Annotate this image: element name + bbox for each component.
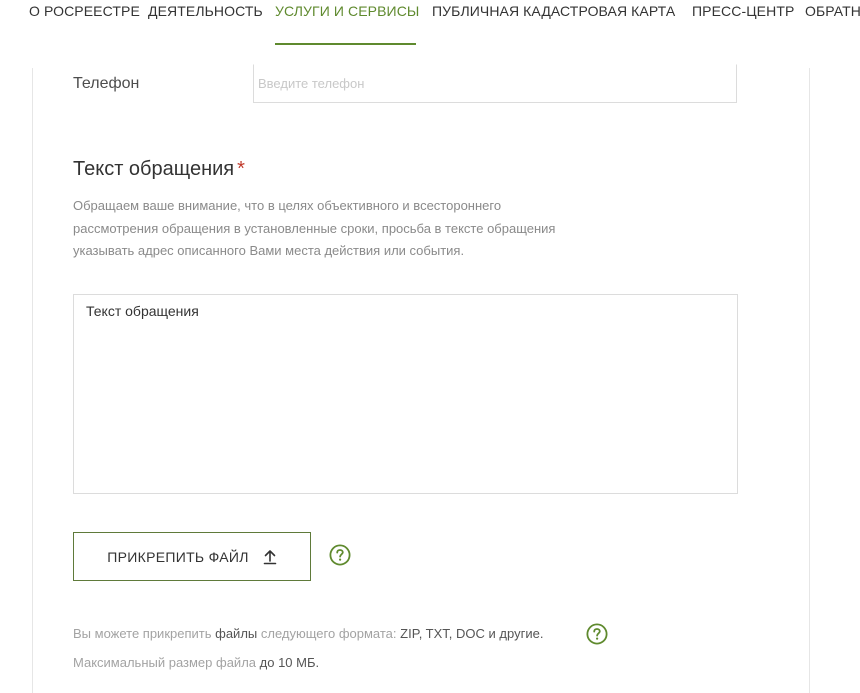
top-navigation: О РОСРЕЕСТРЕ ДЕЯТЕЛЬНОСТЬ УСЛУГИ И СЕРВИ… — [0, 0, 860, 46]
formats-prefix: Вы можете прикрепить — [73, 626, 212, 641]
required-mark: * — [237, 158, 245, 180]
message-textarea[interactable] — [73, 294, 738, 494]
note-line: Обращаем ваше внимание, что в целях объе… — [73, 198, 502, 213]
formats-others: другие. — [499, 626, 544, 641]
nav-item-press-center[interactable]: ПРЕСС-ЦЕНТР — [692, 3, 794, 19]
formats-list: ZIP, TXT, DOC — [400, 626, 485, 641]
page: О РОСРЕЕСТРЕ ДЕЯТЕЛЬНОСТЬ УСЛУГИ И СЕРВИ… — [0, 0, 860, 693]
nav-item-services[interactable]: УСЛУГИ И СЕРВИСЫ — [275, 3, 419, 19]
phone-input[interactable] — [253, 64, 737, 103]
nav-item-cadastral-map[interactable]: ПУБЛИЧНАЯ КАДАСТРОВАЯ КАРТА — [432, 3, 675, 19]
attach-file-button[interactable]: ПРИКРЕПИТЬ ФАЙЛ — [73, 532, 311, 581]
attach-file-label: ПРИКРЕПИТЬ ФАЙЛ — [107, 548, 249, 565]
file-formats-info: Вы можете прикрепить файлы следующего фо… — [73, 626, 543, 641]
phone-label: Телефон — [73, 75, 140, 92]
message-note: Обращаем ваше внимание, что в целях объе… — [73, 195, 583, 263]
question-circle-icon[interactable] — [329, 544, 351, 566]
formats-files-word: файлы — [215, 626, 258, 641]
message-section-title: Текст обращения * — [73, 158, 245, 181]
maxsize-value: до 10 МБ. — [259, 655, 320, 670]
maxsize-prefix: Максимальный размер файла — [73, 655, 257, 670]
max-file-size-info: Максимальный размер файла до 10 МБ. — [73, 655, 319, 670]
note-line: указывать адрес описанного Вами места де… — [73, 243, 465, 258]
question-circle-icon[interactable] — [586, 623, 608, 645]
active-tab-indicator — [275, 43, 416, 45]
nav-item-about[interactable]: О РОСРЕЕСТРЕ — [29, 3, 140, 19]
message-title-text: Текст обращения — [73, 158, 235, 180]
upload-icon — [263, 549, 277, 564]
formats-middle: следующего формата: — [260, 626, 397, 641]
note-line: рассмотрения обращения в установленные с… — [73, 220, 556, 236]
nav-item-feedback[interactable]: ОБРАТН — [805, 3, 860, 19]
nav-item-activity[interactable]: ДЕЯТЕЛЬНОСТЬ — [148, 3, 263, 19]
formats-conj: и — [488, 626, 496, 641]
